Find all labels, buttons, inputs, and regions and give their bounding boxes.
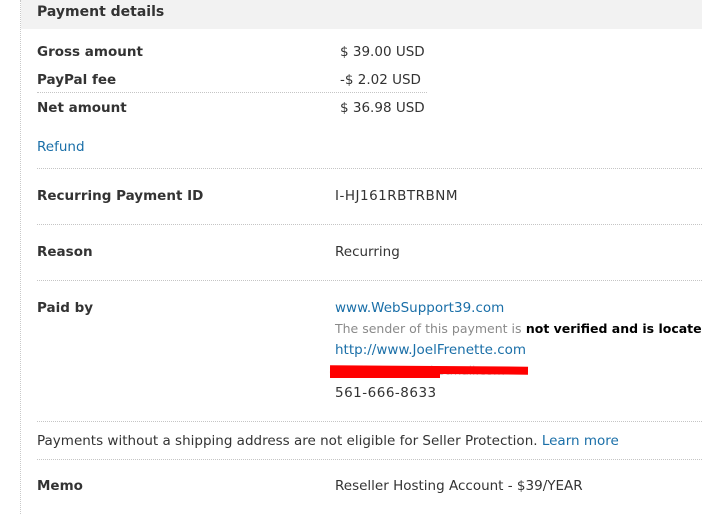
learn-more-link[interactable]: Learn more bbox=[542, 433, 619, 449]
section-divider bbox=[37, 168, 702, 169]
amount-divider bbox=[37, 92, 427, 93]
section-divider bbox=[37, 459, 702, 460]
section-divider bbox=[37, 421, 702, 422]
reason-value: Recurring bbox=[335, 244, 400, 260]
email-redaction-underline bbox=[330, 372, 440, 378]
section-divider bbox=[37, 280, 702, 281]
left-dotted-rule bbox=[20, 0, 21, 514]
payment-details-header: Payment details bbox=[21, 0, 702, 29]
reason-label: Reason bbox=[37, 244, 93, 260]
gross-amount-value: $ 39.00 USD bbox=[340, 44, 425, 60]
section-divider bbox=[37, 224, 702, 225]
paid-by-website-link[interactable]: www.WebSupport39.com bbox=[335, 300, 504, 316]
seller-protection-notice: Payments without a shipping address are … bbox=[37, 433, 619, 449]
net-amount-value: $ 36.98 USD bbox=[340, 100, 425, 116]
sender-verification-note: The sender of this payment is not verifi… bbox=[335, 321, 702, 337]
net-amount-label: Net amount bbox=[37, 100, 127, 116]
recurring-id-value: I-HJ161RBTRBNM bbox=[335, 188, 459, 204]
memo-label: Memo bbox=[37, 478, 83, 494]
paid-by-phone: 561-666-8633 bbox=[335, 385, 437, 401]
refund-link[interactable]: Refund bbox=[37, 139, 85, 155]
paypal-fee-label: PayPal fee bbox=[37, 72, 117, 88]
memo-value: Reseller Hosting Account - $39/YEAR bbox=[335, 478, 583, 494]
sender-note-status: not verified and is located o bbox=[525, 321, 702, 336]
section-title: Payment details bbox=[37, 4, 165, 20]
sender-note-prefix: The sender of this payment is bbox=[335, 321, 522, 336]
paid-by-url-link[interactable]: http://www.JoelFrenette.com bbox=[335, 342, 526, 358]
paypal-fee-value: -$ 2.02 USD bbox=[340, 72, 421, 88]
paid-by-label: Paid by bbox=[37, 300, 94, 316]
gross-amount-label: Gross amount bbox=[37, 44, 143, 60]
recurring-id-label: Recurring Payment ID bbox=[37, 188, 204, 204]
seller-protection-text: Payments without a shipping address are … bbox=[37, 433, 538, 449]
